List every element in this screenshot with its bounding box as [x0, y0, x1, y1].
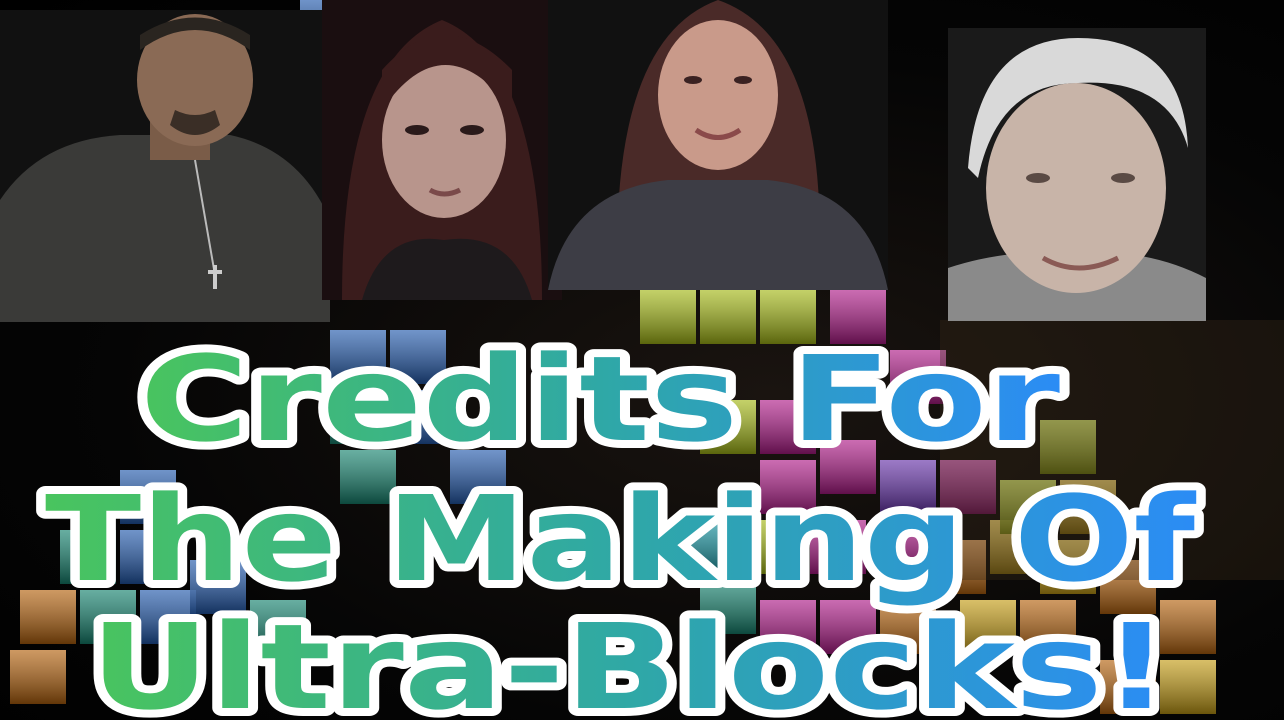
photo-woman — [548, 0, 888, 290]
title-line-2: The Making Of — [45, 470, 1197, 608]
photo-man — [0, 10, 330, 322]
title-line-1: Credits For — [140, 330, 1060, 468]
photo-young-woman — [322, 0, 562, 300]
credits-thumbnail: Credits For The Making Of Ultra-Blocks! — [0, 0, 1284, 720]
man-shirt — [0, 135, 330, 322]
title-line-3: Ultra-Blocks! — [90, 598, 1170, 720]
photo-elder — [948, 28, 1206, 321]
credits-title: Credits For The Making Of Ultra-Blocks! — [0, 300, 1284, 720]
